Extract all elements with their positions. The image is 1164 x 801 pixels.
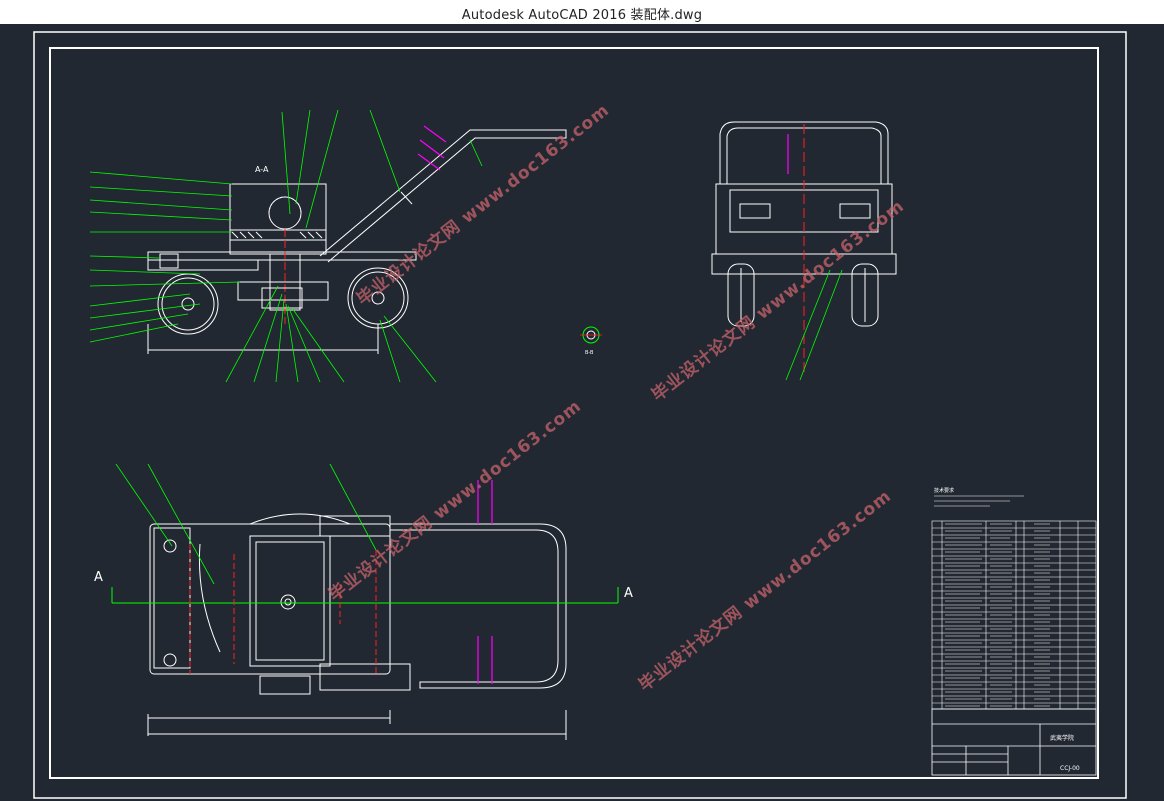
window-title: Autodesk AutoCAD 2016 装配体.dwg xyxy=(461,8,703,23)
title-bar: Autodesk AutoCAD 2016 装配体.dwg xyxy=(0,0,1164,24)
top-view xyxy=(147,513,567,740)
detail-label: B-B xyxy=(585,350,594,356)
drawing-canvas[interactable]: A-A B-B A A 技术要求 武夷学院 CCJ-00 毕业设计论文网 www… xyxy=(0,24,1164,801)
cut-label-right: A xyxy=(624,586,633,601)
title-block-drawing-no: CCJ-00 xyxy=(1060,765,1080,772)
magenta-marks-bottom xyxy=(477,480,493,684)
notes-lines xyxy=(934,495,1024,507)
title-block-school: 武夷学院 xyxy=(1050,734,1074,742)
section-label: A-A xyxy=(255,165,269,174)
table-text-strokes xyxy=(945,523,1050,707)
detail-view xyxy=(580,326,602,344)
magenta-marks-top xyxy=(417,125,789,174)
cut-label-left: A xyxy=(94,570,103,585)
notes-title: 技术要求 xyxy=(934,487,954,494)
section-view xyxy=(147,129,567,354)
